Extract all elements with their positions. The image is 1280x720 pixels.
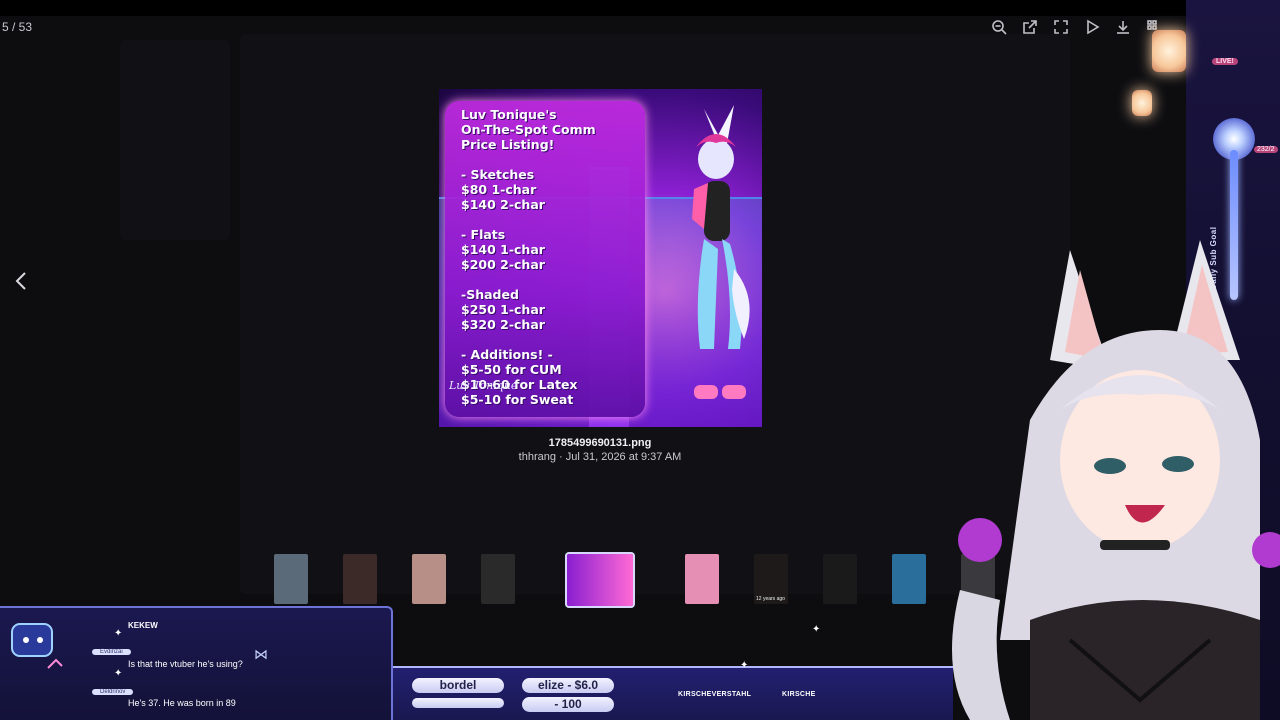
star-icon: ✦: [740, 660, 749, 671]
chat-message: Deldrinov: [92, 685, 134, 695]
viewer-toolbar: [990, 18, 1163, 36]
background-panel-left: [120, 40, 230, 240]
star-icon: ✦: [114, 668, 123, 679]
thumbnail-caption: 12 years ago: [756, 596, 785, 602]
ticker-pill: - 100: [522, 697, 614, 712]
ticker-pill: bordel: [412, 678, 504, 693]
thumbnail[interactable]: [274, 554, 308, 604]
bow-icon: ⋈: [254, 646, 268, 662]
price-title: Luv Tonique's: [461, 107, 557, 122]
chat-mascot-icon: [11, 623, 63, 669]
main-image[interactable]: Luv Tonique's On-The-Spot Comm Price Lis…: [439, 89, 762, 427]
external-link-icon[interactable]: [1021, 18, 1039, 36]
star-icon: ✦: [114, 628, 123, 639]
sketch-price-2: $140 2-char: [461, 197, 545, 212]
thumbnail[interactable]: [412, 554, 446, 604]
lantern-decoration: [1132, 90, 1152, 116]
artist-signature: Luv Tonique: [449, 379, 518, 392]
flat-price-1: $140 1-char: [461, 242, 545, 257]
previous-image-button[interactable]: [12, 270, 30, 292]
fullscreen-icon[interactable]: [1052, 18, 1070, 36]
zoom-out-icon[interactable]: [990, 18, 1008, 36]
chat-message-text: He's 37. He was born in 89: [128, 698, 236, 708]
price-list: Luv Tonique's On-The-Spot Comm Price Lis…: [461, 107, 641, 407]
character-illustration: [692, 105, 750, 399]
play-icon[interactable]: [1083, 18, 1101, 36]
section-sketches: - Sketches: [461, 167, 535, 182]
price-subtitle-2: Price Listing!: [461, 137, 555, 152]
twitter-handle: KIRSCHEVERSTAHL: [678, 691, 752, 698]
sketch-price-1: $80 1-char: [461, 182, 537, 197]
thumbnail[interactable]: [481, 554, 515, 604]
thumbnail[interactable]: 12 years ago: [754, 554, 788, 604]
top-strip: [0, 0, 1280, 16]
ticker-pill-empty: [412, 698, 504, 708]
shaded-price-2: $320 2-char: [461, 317, 545, 332]
vtuber-avatar: [952, 240, 1280, 720]
chat-username: Deldrinov: [92, 689, 134, 695]
chat-partial-message: KEKEW: [128, 621, 158, 630]
stream-bottom-bar: [393, 666, 953, 720]
flat-price-2: $200 2-char: [461, 257, 545, 272]
price-subtitle: On-The-Spot Comm: [461, 122, 596, 137]
chevron-left-icon: [15, 272, 26, 290]
thumbnail[interactable]: [892, 554, 926, 604]
star-icon: ✦: [812, 624, 821, 635]
section-additions: - Additions! -: [461, 347, 553, 362]
thumbnail[interactable]: [823, 554, 857, 604]
thumbnail[interactable]: [685, 554, 719, 604]
shaded-price-1: $250 1-char: [461, 302, 545, 317]
image-counter: 5 / 53: [2, 20, 33, 34]
discord-handle: KIRSCHE: [782, 691, 816, 698]
addition-1: $5-50 for CUM: [461, 362, 562, 377]
live-badge: LIVE!: [1212, 58, 1238, 65]
chat-message: Evdinzai: [92, 645, 131, 655]
screen: 5 / 53 Luv Tonique's On-The-Spot Comm Pr…: [0, 0, 1280, 720]
thumbnail[interactable]: [343, 554, 377, 604]
chat-username: Evdinzai: [92, 649, 131, 655]
addition-3: $5-10 for Sweat: [461, 392, 574, 407]
sub-goal-count: 232/2: [1254, 146, 1278, 153]
section-flats: - Flats: [461, 227, 506, 242]
ticker-pill: elize - $6.0: [522, 678, 614, 693]
lantern-decoration: [1152, 30, 1186, 72]
thumbnail-active[interactable]: [565, 552, 635, 608]
chat-message-text: Is that the vtuber he's using?: [128, 659, 243, 669]
section-shaded: -Shaded: [461, 287, 519, 302]
download-icon[interactable]: [1114, 18, 1132, 36]
